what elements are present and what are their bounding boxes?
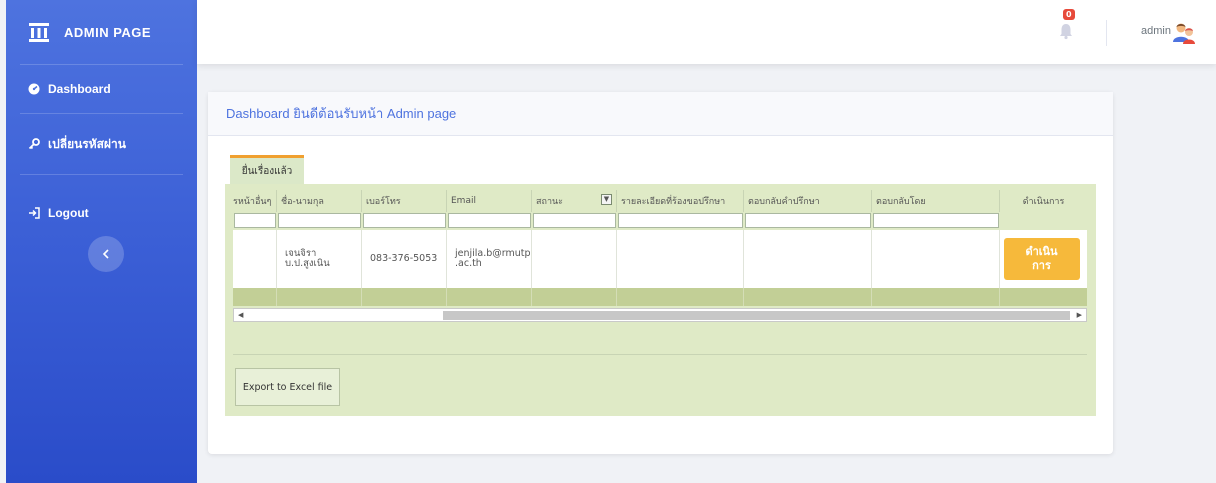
tab-panel: รหน้าอื่นๆ ชื่อ-นามกุล เบอร์โทร Email สถ… (225, 184, 1096, 416)
filter-row (233, 212, 1087, 230)
filter-input[interactable] (873, 213, 999, 228)
sidebar-toggle-button[interactable] (88, 236, 124, 272)
sidebar-item-label: เปลี่ยนรหัสผ่าน (48, 136, 126, 151)
chevron-left-icon (102, 249, 109, 259)
card-title: Dashboard ยินดีต้อนรับหน้า Admin page (208, 92, 1113, 136)
tab-submitted[interactable]: ยื่นเรื่องแล้ว (230, 155, 304, 184)
data-grid: รหน้าอื่นๆ ชื่อ-นามกุล เบอร์โทร Email สถ… (233, 190, 1087, 306)
process-button[interactable]: ดำเนิน การ (1003, 238, 1080, 280)
column-header[interactable]: รหน้าอื่นๆ (233, 190, 277, 212)
avatar-icon[interactable] (1173, 22, 1197, 44)
cell-email: jenjila.b@rmutp .ac.th (447, 230, 532, 288)
column-header[interactable]: ตอบกลับคำปรึกษา (744, 190, 872, 212)
filter-input[interactable] (448, 213, 531, 228)
dashboard-card: Dashboard ยินดีต้อนรับหน้า Admin page ยื… (208, 92, 1113, 454)
process-button-line: การ (1032, 259, 1051, 272)
dropdown-arrow-icon[interactable]: ▼ (601, 194, 612, 205)
cell-phone: 083-376-5053 (362, 230, 447, 288)
scrollbar-thumb[interactable] (443, 311, 1070, 320)
cell-name: เจนจิรา บ.ป.สูงเนิน (277, 230, 362, 288)
topbar: 0 admin (197, 0, 1216, 64)
scroll-right-icon[interactable]: ▶ (1077, 311, 1082, 319)
bell-icon[interactable] (1057, 22, 1075, 40)
process-button-line: ดำเนิน (1025, 245, 1058, 259)
column-header-label: สถานะ (536, 197, 563, 207)
export-excel-button[interactable]: Export to Excel file (235, 368, 340, 406)
topbar-divider (1106, 20, 1107, 46)
dashboard-icon (28, 83, 40, 95)
summary-row (233, 288, 1087, 306)
filter-input[interactable] (234, 213, 276, 228)
university-icon (29, 23, 49, 42)
sidebar-item-dashboard[interactable]: Dashboard (6, 65, 197, 113)
cell-status (532, 230, 617, 288)
scroll-left-icon[interactable]: ◀ (238, 311, 243, 319)
column-header[interactable]: ชื่อ-นามกุล (277, 190, 362, 212)
name-line: บ.ป.สูงเนิน (285, 258, 330, 269)
sidebar-item-change-password[interactable]: เปลี่ยนรหัสผ่าน (6, 114, 197, 174)
column-header[interactable]: ตอบกลับโดย (872, 190, 1000, 212)
brand-text: ADMIN PAGE (64, 24, 152, 40)
cell-misc (233, 230, 277, 288)
notification-badge: 0 (1063, 9, 1075, 20)
cell-details (617, 230, 744, 288)
sidebar-item-label: Dashboard (48, 82, 111, 96)
filter-input[interactable] (363, 213, 446, 228)
column-header[interactable]: ดำเนินการ (1000, 190, 1087, 212)
process-button-label: ดำเนิน การ (1025, 245, 1057, 273)
panel-divider (233, 354, 1087, 355)
email-line: .ac.th (455, 258, 482, 269)
sidebar-item-label: Logout (48, 206, 89, 220)
horizontal-scrollbar[interactable]: ◀ ▶ (233, 308, 1087, 322)
sidebar: ADMIN PAGE Dashboard เปลี่ยนรหัสผ่าน Log… (6, 0, 197, 483)
column-header[interactable]: เบอร์โทร (362, 190, 447, 212)
table-row[interactable]: เจนจิรา บ.ป.สูงเนิน 083-376-5053 jenjila… (233, 230, 1087, 288)
column-header[interactable]: รายละเอียดที่ร้องขอปรึกษา (617, 190, 744, 212)
column-header[interactable]: Email (447, 190, 532, 212)
filter-input[interactable] (745, 213, 871, 228)
key-icon (28, 138, 40, 150)
filter-input[interactable] (533, 213, 616, 228)
column-header-status[interactable]: สถานะ ▼ (532, 190, 617, 212)
user-name[interactable]: admin (1141, 25, 1171, 37)
brand[interactable]: ADMIN PAGE (6, 0, 197, 64)
filter-input[interactable] (618, 213, 743, 228)
cell-reply-by (872, 230, 1000, 288)
grid-header-row: รหน้าอื่นๆ ชื่อ-นามกุล เบอร์โทร Email สถ… (233, 190, 1087, 212)
cell-reply (744, 230, 872, 288)
filter-input[interactable] (278, 213, 361, 228)
cell-action: ดำเนิน การ (1000, 230, 1087, 288)
logout-icon (28, 207, 40, 219)
